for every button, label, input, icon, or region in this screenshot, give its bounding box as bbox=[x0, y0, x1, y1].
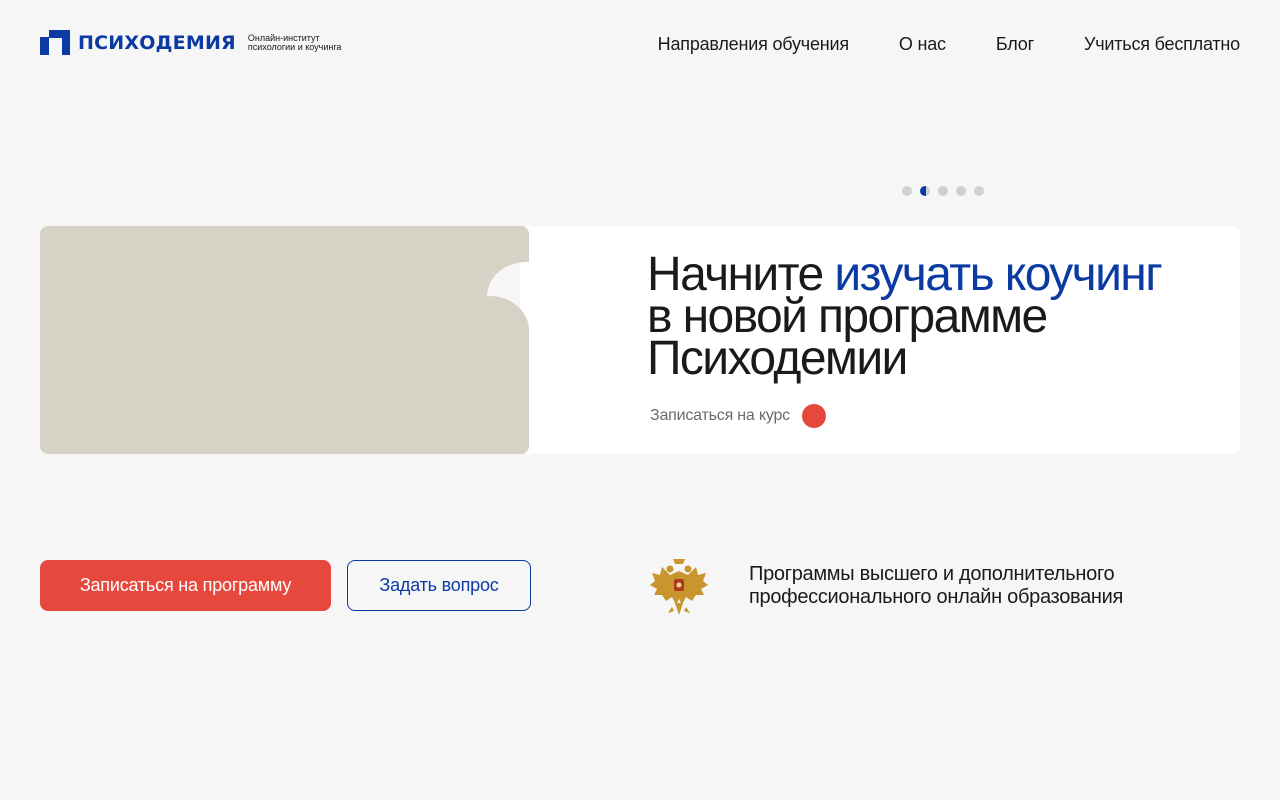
nav-item-about[interactable]: О нас bbox=[899, 34, 946, 55]
promo-slide-image bbox=[40, 226, 529, 454]
accreditation-line1: Программы высшего и дополнительного bbox=[749, 563, 1115, 585]
promo-slide: Начните изучать коучинг в новой программе… bbox=[40, 226, 1240, 454]
slider-dot-active[interactable] bbox=[920, 186, 930, 196]
slider-dot[interactable] bbox=[938, 186, 948, 196]
slider-pagination bbox=[902, 186, 992, 196]
headline-part2: в новой программе Психодемии bbox=[647, 290, 1048, 385]
logo[interactable]: ПСИХОДЕМИЯ Онлайн-институт психологии и … bbox=[40, 30, 341, 55]
logo-tagline: Онлайн-институт психологии и коучинга bbox=[247, 33, 342, 52]
main-nav: Направления обучения О нас Блог Учиться … bbox=[658, 34, 1241, 55]
logo-mark-icon bbox=[40, 30, 70, 55]
nav-item-blog[interactable]: Блог bbox=[996, 34, 1034, 55]
slider-dot[interactable] bbox=[974, 186, 984, 196]
site-header: ПСИХОДЕМИЯ Онлайн-институт психологии и … bbox=[40, 28, 1240, 60]
accreditation-line2: профессионального онлайн образования bbox=[749, 586, 1124, 608]
nav-item-learn-free[interactable]: Учиться бесплатно bbox=[1084, 34, 1240, 55]
ask-question-button[interactable]: Задать вопрос bbox=[347, 560, 531, 611]
enroll-program-button[interactable]: Записаться на программу bbox=[40, 560, 331, 611]
logo-wordmark: ПСИХОДЕМИЯ bbox=[78, 31, 236, 54]
logo-tagline-line2: психологии и коучинга bbox=[247, 41, 342, 52]
circle-icon bbox=[801, 404, 826, 428]
enroll-course-link[interactable]: Записаться на курс bbox=[650, 404, 826, 428]
nav-item-directions[interactable]: Направления обучения bbox=[658, 34, 849, 55]
enroll-course-label: Записаться на курс bbox=[650, 407, 790, 424]
slider-dot[interactable] bbox=[956, 186, 966, 196]
coat-of-arms-icon bbox=[650, 559, 708, 615]
promo-headline: Начните изучать коучинг в новой программе… bbox=[647, 251, 1227, 383]
slider-dot[interactable] bbox=[902, 186, 912, 196]
accreditation-text: Программы высшего и дополнительного проф… bbox=[749, 563, 1219, 609]
